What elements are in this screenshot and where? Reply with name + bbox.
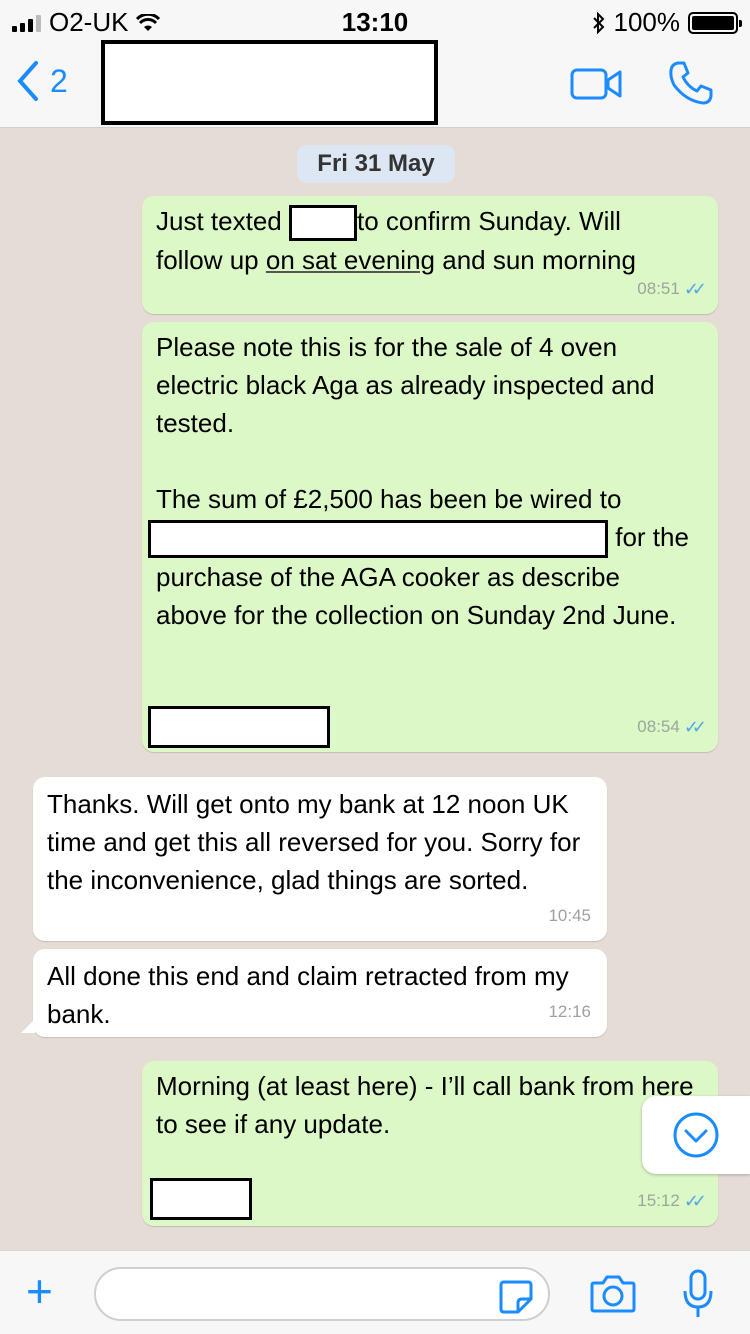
scroll-down-icon [673, 1112, 719, 1158]
message-text-part: Just texted [156, 206, 282, 236]
message-input-bar: + [0, 1250, 750, 1334]
message-text-part: and sun morning [442, 245, 636, 276]
message-text: Thanks. Will get onto my bank at 12 noon… [47, 789, 581, 895]
message-time-label: 08:54 [637, 717, 680, 736]
message-bubble-outgoing[interactable]: Morning (at least here) - I’ll call bank… [142, 1061, 718, 1226]
status-right: 100% [592, 7, 742, 38]
plus-icon[interactable]: + [26, 1268, 53, 1314]
bluetooth-icon [592, 11, 604, 34]
chat-header: 2 [0, 40, 750, 128]
read-ticks-icon: ✓✓ [683, 1191, 707, 1211]
message-bubble-outgoing[interactable]: Please note this is for the sale of 4 ov… [142, 322, 718, 752]
chat-area[interactable]: Fri 31 May Just texted to confirm Sunday… [0, 129, 750, 1250]
message-input[interactable] [94, 1267, 550, 1321]
redacted-name [288, 205, 357, 242]
message-time: 12:16 [548, 993, 591, 1031]
message-time-label: 10:45 [548, 906, 591, 925]
message-text: The sum of £2,500 has been be wired to f… [148, 480, 704, 634]
redacted-recipient [148, 520, 608, 559]
phone-call-icon[interactable] [668, 60, 714, 106]
contact-name-redacted[interactable] [101, 40, 438, 125]
message-time-label: 12:16 [548, 1002, 591, 1021]
redacted-signature [148, 706, 330, 748]
microphone-icon[interactable] [682, 1269, 714, 1319]
read-ticks-icon: ✓✓ [683, 279, 707, 299]
message-time: 08:54 ✓✓ [637, 708, 707, 746]
message-text-part: for the [615, 522, 689, 552]
message-text: Just texted to confirm Sunday. Will foll… [156, 202, 704, 279]
battery-percent: 100% [613, 7, 681, 37]
message-link[interactable]: on sat evening [266, 245, 435, 275]
message-text: Morning (at least here) - I’ll call bank… [156, 1071, 694, 1139]
redacted-signature [150, 1178, 252, 1220]
date-chip: Fri 31 May [297, 145, 455, 183]
back-button[interactable]: 2 [16, 60, 68, 102]
camera-icon[interactable] [590, 1273, 636, 1313]
message-bubble-outgoing[interactable]: Just texted to confirm Sunday. Will foll… [142, 196, 718, 314]
message-text-part: The sum of £2,500 has been be wired to [156, 484, 622, 514]
sticker-icon[interactable] [498, 1279, 534, 1315]
video-call-icon[interactable] [570, 68, 622, 100]
battery-icon [688, 11, 742, 34]
message-time-label: 08:51 [637, 279, 680, 298]
message-time: 08:51 ✓✓ [637, 270, 707, 308]
unread-count: 2 [50, 62, 68, 99]
message-text-part: purchase of the AGA cooker as describe a… [156, 562, 677, 631]
message-time: 15:12 ✓✓ [637, 1182, 707, 1220]
message-text-part: follow up [156, 245, 259, 276]
read-ticks-icon: ✓✓ [683, 717, 707, 737]
message-text-part: to confirm Sunday. Will [356, 206, 621, 236]
message-time: 10:45 [548, 897, 591, 935]
status-bar: O2-UK 13:10 100% [0, 0, 750, 40]
scroll-to-bottom-button[interactable] [642, 1096, 750, 1174]
message-text: All done this end and claim retracted fr… [47, 961, 569, 1029]
back-chevron-icon [17, 61, 38, 101]
message-time-label: 15:12 [637, 1191, 680, 1210]
message-bubble-incoming[interactable]: Thanks. Will get onto my bank at 12 noon… [33, 777, 607, 941]
message-bubble-incoming[interactable]: All done this end and claim retracted fr… [21, 949, 607, 1037]
bubble-tail [21, 1019, 35, 1033]
message-text: Please note this is for the sale of 4 ov… [156, 332, 655, 438]
